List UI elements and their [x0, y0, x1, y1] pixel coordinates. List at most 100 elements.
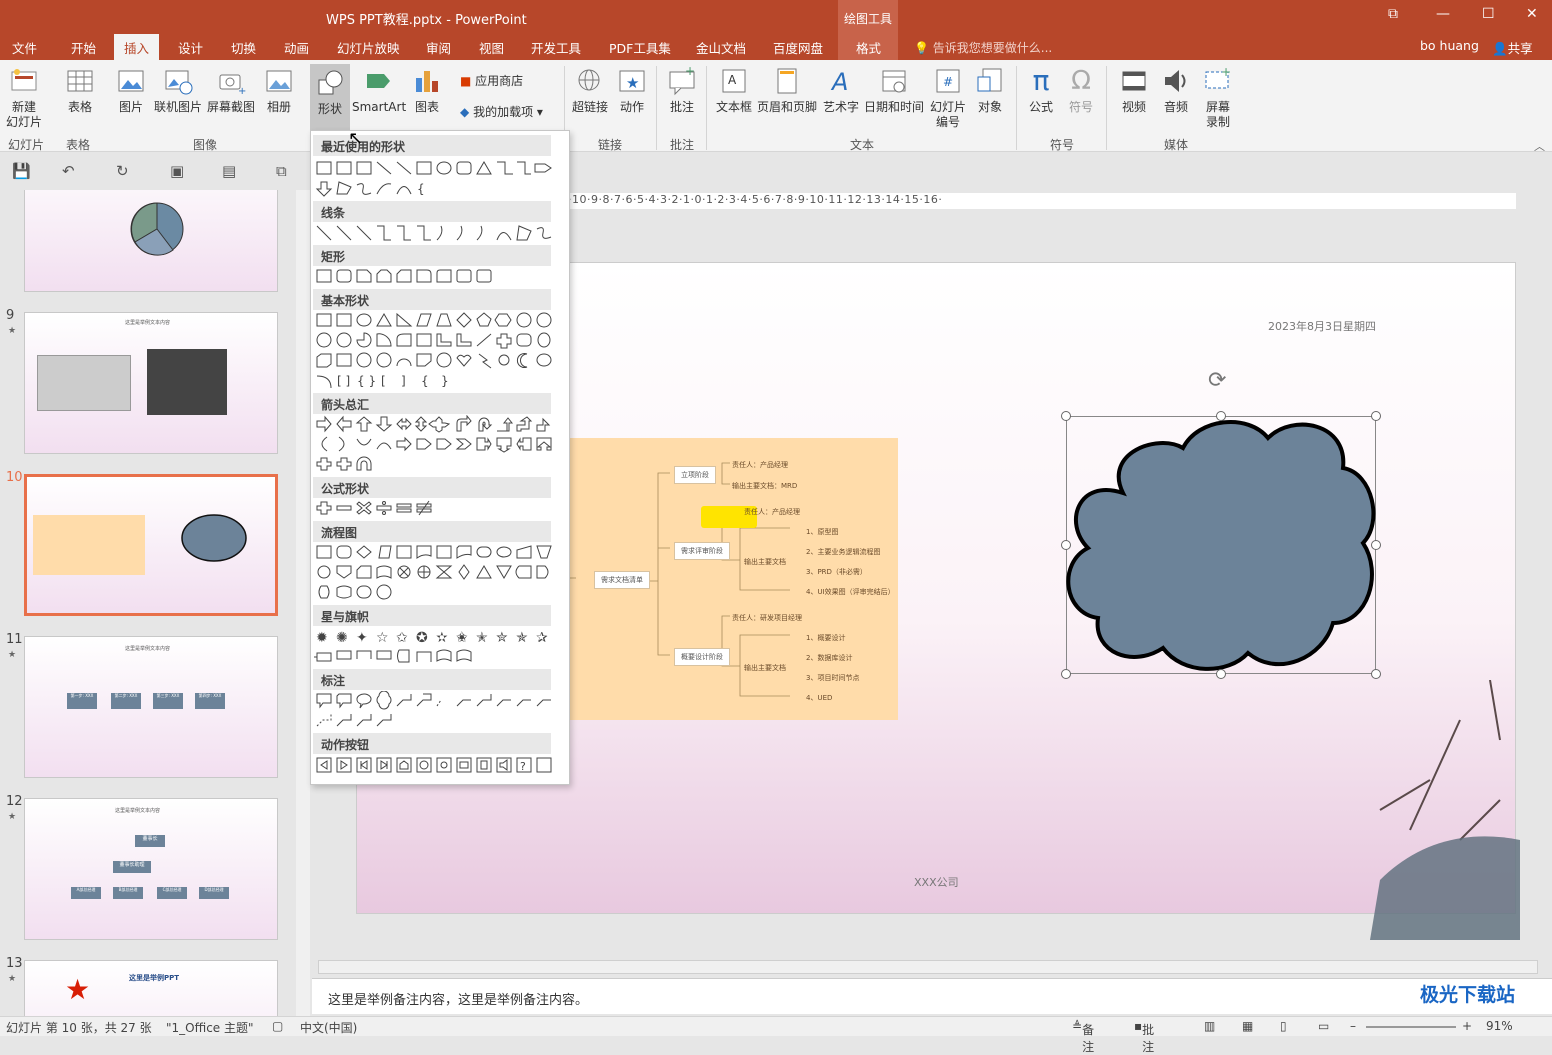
resize-handle-r[interactable]: [1371, 540, 1381, 550]
slide-thumb-10[interactable]: [24, 474, 278, 616]
lines-row[interactable]: [313, 223, 553, 243]
slide-number-button[interactable]: # 幻灯片 编号: [928, 66, 968, 130]
table-button[interactable]: 表格: [62, 66, 98, 115]
zoom-in-icon[interactable]: +: [1462, 1019, 1472, 1033]
action-button[interactable]: ★ 动作: [614, 66, 650, 115]
tab-home[interactable]: 开始: [71, 38, 96, 57]
resize-handle-tr[interactable]: [1371, 411, 1381, 421]
hyperlink-button[interactable]: 超链接: [570, 66, 610, 115]
thumbnail-scrollbar[interactable]: [296, 190, 310, 1016]
resize-handle-br[interactable]: [1371, 669, 1381, 679]
basic-shapes-row[interactable]: [313, 311, 553, 331]
action-buttons-row[interactable]: ?: [313, 755, 553, 775]
save-icon[interactable]: 💾: [12, 162, 31, 180]
tab-slideshow[interactable]: 幻灯片放映: [337, 38, 400, 57]
tab-review[interactable]: 审阅: [426, 38, 451, 57]
rectangles-row[interactable]: [313, 267, 553, 287]
wordart-button[interactable]: A 艺术字: [820, 66, 862, 115]
online-picture-button[interactable]: 联机图片: [152, 66, 204, 115]
basic-shapes-row[interactable]: [313, 331, 553, 351]
resize-handle-bl[interactable]: [1061, 669, 1071, 679]
tab-baidu-netdisk[interactable]: 百度网盘: [773, 38, 823, 57]
flowchart-row[interactable]: [313, 563, 553, 583]
basic-shapes-row[interactable]: [ ] { } [] {}: [313, 371, 553, 391]
flowchart-row[interactable]: [313, 583, 553, 603]
slideshow-view-icon[interactable]: ▭: [1318, 1019, 1329, 1033]
notes-toggle-button[interactable]: ≜ 备注: [1072, 1019, 1094, 1054]
smartart-button[interactable]: SmartArt: [352, 66, 406, 115]
resize-handle-t[interactable]: [1216, 411, 1226, 421]
header-footer-button[interactable]: 页眉和页脚: [756, 66, 818, 115]
zoom-level[interactable]: 91%: [1486, 1019, 1513, 1033]
flowchart-row[interactable]: [313, 543, 553, 563]
stars-banners-row[interactable]: [313, 647, 553, 667]
basic-shapes-row[interactable]: [313, 351, 553, 371]
album-button[interactable]: 相册: [262, 66, 296, 115]
callouts-row[interactable]: [313, 691, 553, 711]
slide-thumb-12[interactable]: 这里是举例文本内容 董事长 董事长助理 A部总经理 B部总经理 C部总经理 D部…: [24, 798, 278, 940]
picture-button[interactable]: 图片: [114, 66, 148, 115]
comments-toggle-button[interactable]: ▪ 批注: [1134, 1019, 1154, 1054]
symbol-button[interactable]: Ω 符号: [1062, 66, 1100, 115]
recent-shapes-row[interactable]: {: [313, 179, 553, 199]
tab-file[interactable]: 文件: [12, 38, 37, 57]
my-addins-button[interactable]: ◆ 我的加载项 ▾: [460, 105, 560, 120]
textbox-button[interactable]: A 文本框: [712, 66, 756, 115]
normal-view-icon[interactable]: ▥: [1204, 1019, 1215, 1033]
equation-shapes-row[interactable]: [313, 499, 553, 519]
callouts-row[interactable]: [313, 711, 553, 731]
resize-handle-l[interactable]: [1061, 540, 1071, 550]
tab-transitions[interactable]: 切换: [231, 38, 256, 57]
notes-text[interactable]: 这里是举例备注内容，这里是举例备注内容。: [328, 989, 588, 1008]
block-arrows-row[interactable]: [313, 435, 553, 455]
close-icon[interactable]: ✕: [1526, 6, 1538, 22]
screenshot-button[interactable]: + 屏幕截图: [205, 66, 257, 115]
maximize-icon[interactable]: ☐: [1482, 6, 1495, 22]
block-arrows-row[interactable]: [313, 415, 553, 435]
zoom-slider[interactable]: [1366, 1026, 1456, 1028]
tab-view[interactable]: 视图: [479, 38, 504, 57]
resize-handle-tl[interactable]: [1061, 411, 1071, 421]
tell-me-search[interactable]: 💡 告诉我您想要做什么...: [914, 39, 1052, 56]
cloud-shape[interactable]: [1063, 413, 1379, 677]
language-status[interactable]: 中文(中国): [300, 1019, 357, 1036]
app-store-button[interactable]: ■ 应用商店: [460, 74, 560, 89]
tab-insert[interactable]: 插入: [114, 34, 160, 60]
reading-view-icon[interactable]: ▯: [1280, 1019, 1287, 1033]
zoom-out-icon[interactable]: –: [1350, 1019, 1356, 1033]
undo-icon[interactable]: ↶: [62, 162, 75, 180]
spellcheck-icon[interactable]: ▢: [272, 1019, 283, 1033]
audio-button[interactable]: 音频: [1156, 66, 1196, 115]
screen-record-button[interactable]: + 屏幕 录制: [1198, 66, 1238, 130]
video-button[interactable]: 视频: [1114, 66, 1154, 115]
slide-sorter-icon[interactable]: ▦: [1242, 1019, 1253, 1033]
notes-pane[interactable]: 这里是举例备注内容，这里是举例备注内容。: [312, 978, 1552, 1014]
block-arrows-row[interactable]: [313, 455, 553, 475]
rotate-handle-icon[interactable]: ⟳: [1208, 368, 1226, 393]
shapes-button[interactable]: 形状: [310, 64, 350, 130]
slide-thumb-13[interactable]: 这里是举例PPT ★: [24, 960, 278, 1016]
comment-button[interactable]: + 批注: [664, 66, 700, 115]
textbox-quick-icon[interactable]: ▤: [222, 162, 236, 180]
tab-pdf-tools[interactable]: PDF工具集: [609, 38, 671, 57]
user-name[interactable]: bo huang: [1420, 38, 1479, 53]
new-slide-button[interactable]: 新建 幻灯片: [2, 66, 46, 130]
more-qat-icon[interactable]: ⧉: [276, 162, 287, 180]
stars-banners-row[interactable]: ✹ ✺ ✦ ☆ ✩ ✪ ✫ ✬ ✭ ✮ ✯ ✰: [313, 627, 553, 647]
recent-shapes-row[interactable]: [313, 159, 553, 179]
tab-kingsoft-docs[interactable]: 金山文档: [696, 38, 746, 57]
datetime-button[interactable]: 日期和时间: [862, 66, 926, 115]
slide-date[interactable]: 2023年8月3日星期四: [1268, 318, 1376, 334]
slide-footer-company[interactable]: XXX公司: [914, 874, 959, 890]
tab-animations[interactable]: 动画: [284, 38, 309, 57]
ribbon-display-icon[interactable]: ⧉: [1388, 6, 1398, 22]
share-button[interactable]: 👤共享: [1492, 38, 1533, 57]
chart-button[interactable]: 图表: [410, 66, 444, 115]
mindmap-image[interactable]: 需求文档清单 立项阶段 需求评审阶段 概要设计阶段 责任人：产品经理 输出主要文…: [570, 438, 898, 720]
tab-design[interactable]: 设计: [178, 38, 203, 57]
minimize-icon[interactable]: —: [1436, 6, 1450, 22]
start-slideshow-icon[interactable]: ▣: [170, 162, 184, 180]
slide-thumb-11[interactable]: 这里是举例文本内容 第一步: XXX 第二步: XXX 第三步: XXX 第四步…: [24, 636, 278, 778]
collapse-ribbon-icon[interactable]: ︿: [1534, 138, 1545, 154]
resize-handle-b[interactable]: [1216, 669, 1226, 679]
